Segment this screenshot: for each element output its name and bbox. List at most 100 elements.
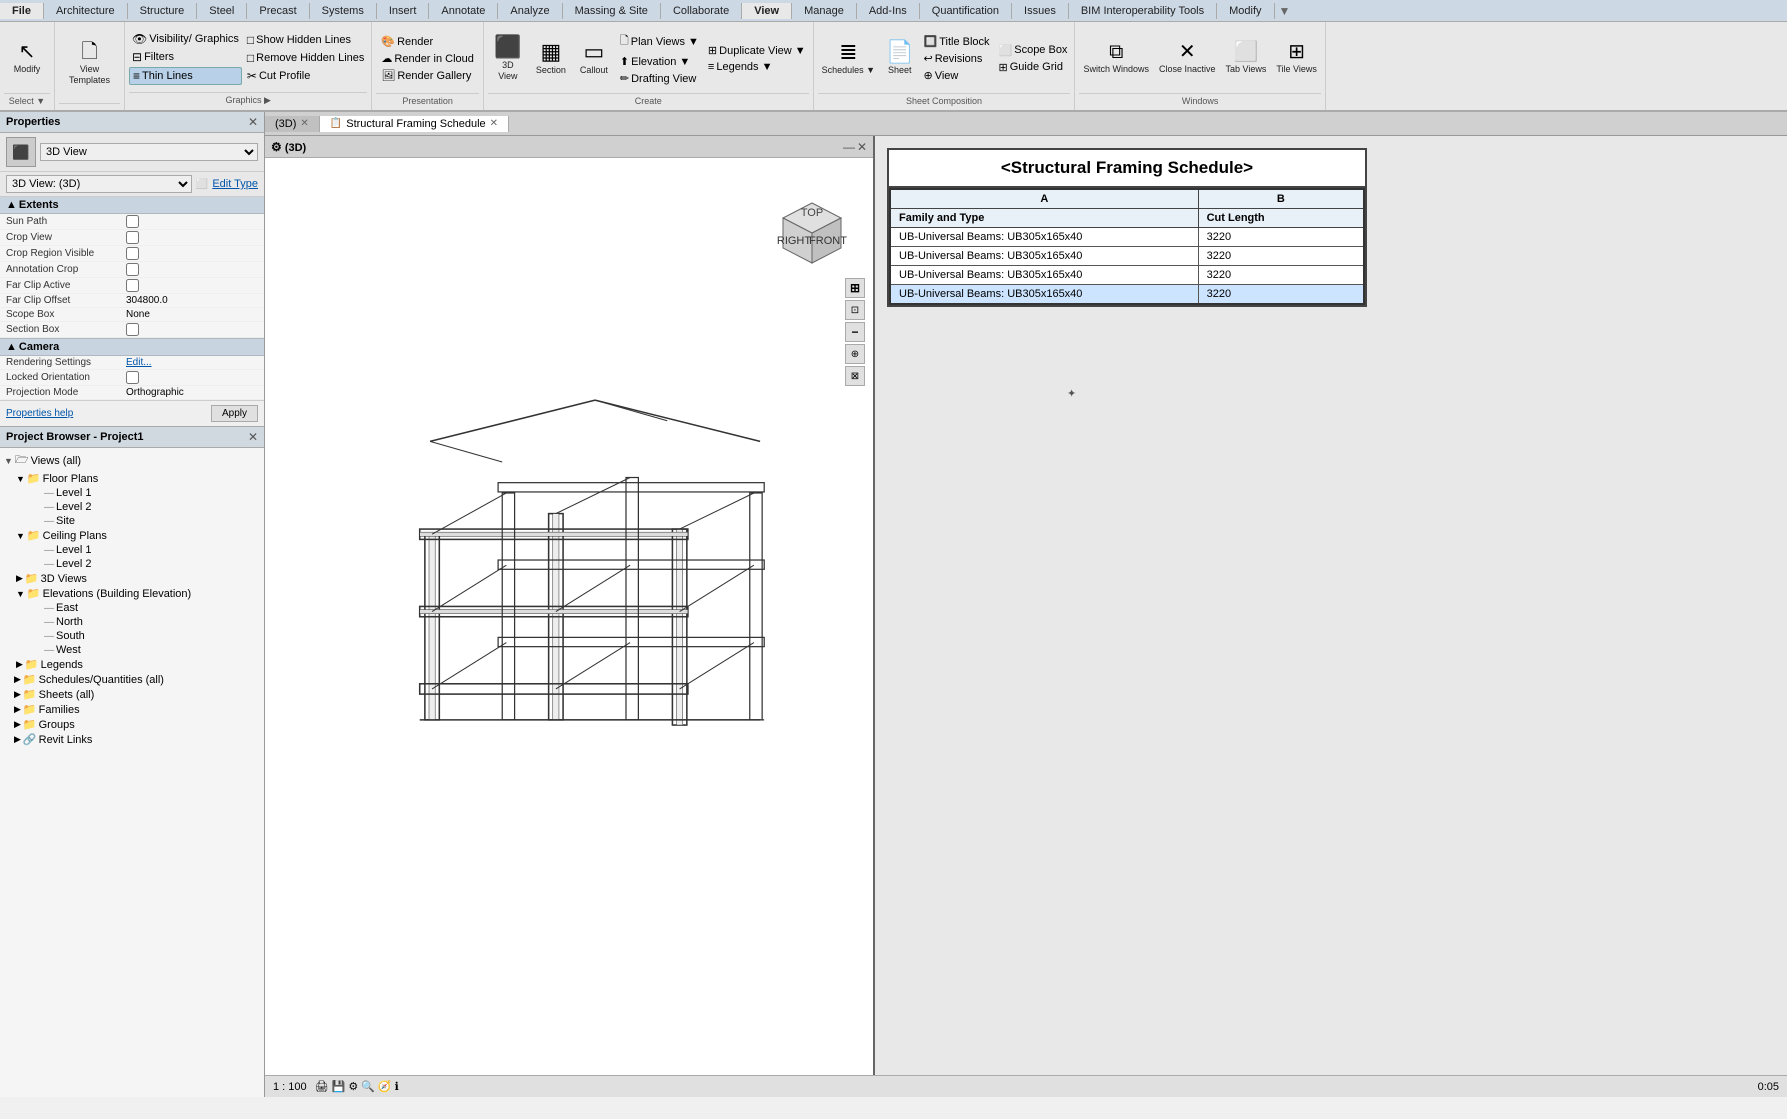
properties-close-button[interactable]: ✕: [248, 115, 258, 129]
print-icon[interactable]: 🖨: [315, 1080, 329, 1093]
zoom-in-button[interactable]: ⊞: [845, 278, 865, 298]
tab-structure[interactable]: Structure: [128, 3, 198, 19]
tree-item-site[interactable]: — Site: [2, 514, 262, 528]
properties-scroll-area[interactable]: ▲ Extents Sun Path Crop View Crop Region…: [0, 197, 264, 400]
section-box-checkbox[interactable]: [126, 323, 139, 336]
tree-item-views-all[interactable]: ▼ 🗁 Views (all): [2, 450, 262, 471]
tab-file[interactable]: File: [0, 3, 44, 19]
tab-insert[interactable]: Insert: [377, 3, 430, 19]
tree-item-east[interactable]: — East: [2, 601, 262, 615]
tab-annotate[interactable]: Annotate: [429, 3, 498, 19]
tree-item-legends[interactable]: ▶ 📁 Legends: [2, 657, 262, 672]
browser-content[interactable]: ▼ 🗁 Views (all) ▼ 📁 Floor Plans — Level …: [0, 448, 264, 1097]
tree-item-west[interactable]: — West: [2, 643, 262, 657]
tab-schedule-close[interactable]: ✕: [490, 118, 498, 129]
drafting-view-button[interactable]: ✏ Drafting View: [617, 71, 702, 86]
navigation-icon[interactable]: 🧭: [378, 1080, 392, 1093]
tree-item-level2-fp[interactable]: — Level 2: [2, 500, 262, 514]
camera-section-header[interactable]: ▲ Camera: [0, 338, 264, 356]
tree-item-elevations[interactable]: ▼ 📁 Elevations (Building Elevation): [2, 586, 262, 601]
tab-issues[interactable]: Issues: [1012, 3, 1069, 19]
tree-item-sheets[interactable]: ▶ 📁 Sheets (all): [2, 687, 262, 702]
info-icon[interactable]: ℹ: [395, 1080, 399, 1093]
duplicate-view-button[interactable]: ⊞ Duplicate View ▼: [705, 43, 809, 58]
tree-item-families[interactable]: ▶ 📁 Families: [2, 702, 262, 717]
locked-orientation-checkbox[interactable]: [126, 371, 139, 384]
browser-close-button[interactable]: ✕: [248, 430, 258, 444]
view-ref-button[interactable]: ⊕ View: [921, 68, 993, 83]
render-cloud-button[interactable]: ☁ Render in Cloud: [378, 51, 477, 66]
tree-item-level1-fp[interactable]: — Level 1: [2, 486, 262, 500]
save-icon[interactable]: 💾: [332, 1080, 346, 1093]
scope-box-button[interactable]: ⬜ Scope Box: [996, 43, 1071, 58]
tree-item-level1-cp[interactable]: — Level 1: [2, 543, 262, 557]
table-row[interactable]: UB-Universal Beams: UB305x165x40 3220: [890, 247, 1364, 266]
guide-grid-button[interactable]: ⊞ Guide Grid: [996, 60, 1071, 75]
tab-views-button[interactable]: ⬜ Tab Views: [1222, 40, 1271, 77]
render-button[interactable]: 🎨 Render: [378, 34, 436, 49]
tab-systems[interactable]: Systems: [310, 3, 377, 19]
schedule-empty-area[interactable]: ✦: [887, 307, 1775, 707]
nav-cube[interactable]: TOP FRONT RIGHT: [776, 198, 848, 270]
remove-hidden-button[interactable]: □ Remove Hidden Lines: [244, 50, 367, 66]
modify-button[interactable]: ↖ Modify: [7, 40, 47, 77]
crop-region-checkbox[interactable]: [126, 247, 139, 260]
tab-add-ins[interactable]: Add-Ins: [857, 3, 920, 19]
tree-item-groups[interactable]: ▶ 📁 Groups: [2, 717, 262, 732]
tab-architecture[interactable]: Architecture: [44, 3, 128, 19]
zoom-in-status[interactable]: 🔍: [361, 1080, 375, 1093]
tab-manage[interactable]: Manage: [792, 3, 857, 19]
rendering-edit-link[interactable]: Edit...: [126, 357, 152, 368]
tab-quantification[interactable]: Quantification: [920, 3, 1012, 19]
table-row-selected[interactable]: UB-Universal Beams: UB305x165x40 3220: [890, 285, 1364, 305]
callout-button[interactable]: ▭ Callout: [574, 39, 614, 78]
tree-item-floor-plans[interactable]: ▼ 📁 Floor Plans: [2, 471, 262, 486]
tab-view[interactable]: View: [742, 3, 792, 19]
schedule-view[interactable]: <Structural Framing Schedule> A B Family…: [875, 136, 1787, 1075]
thin-lines-button[interactable]: ≡ Thin Lines: [129, 67, 242, 85]
section-box-ctrl[interactable]: ⊠: [845, 366, 865, 386]
tab-precast[interactable]: Precast: [247, 3, 309, 19]
tree-item-south[interactable]: — South: [2, 629, 262, 643]
tab-steel[interactable]: Steel: [197, 3, 247, 19]
settings-status-icon[interactable]: ⚙: [348, 1080, 358, 1093]
tab-3d-close[interactable]: ✕: [300, 118, 308, 129]
view-cube-button[interactable]: ⊕: [845, 344, 865, 364]
show-hidden-button[interactable]: □ Show Hidden Lines: [244, 32, 367, 48]
plan-views-button[interactable]: 🗋 Plan Views ▼: [617, 31, 702, 52]
tab-3d[interactable]: (3D) ✕: [265, 116, 320, 132]
tab-schedule[interactable]: 📋 Structural Framing Schedule ✕: [320, 116, 509, 132]
zoom-out-button[interactable]: −: [845, 322, 865, 342]
table-row[interactable]: UB-Universal Beams: UB305x165x40 3220: [890, 266, 1364, 285]
tile-views-button[interactable]: ⊞ Tile Views: [1272, 40, 1321, 77]
tab-massing[interactable]: Massing & Site: [563, 3, 661, 19]
annotation-crop-checkbox[interactable]: [126, 263, 139, 276]
sun-path-checkbox[interactable]: [126, 215, 139, 228]
tree-item-level2-cp[interactable]: — Level 2: [2, 557, 262, 571]
view-templates-button[interactable]: 🗋 ViewTemplates: [65, 40, 114, 88]
view-type-select[interactable]: 3D View: [40, 143, 258, 161]
section-button[interactable]: ▦ Section: [531, 39, 571, 78]
switch-windows-button[interactable]: ⧉ Switch Windows: [1079, 40, 1153, 77]
zoom-extent-button[interactable]: ⊡: [845, 300, 865, 320]
tree-item-revit-links[interactable]: ▶ 🔗 Revit Links: [2, 732, 262, 747]
tree-item-north[interactable]: — North: [2, 615, 262, 629]
edit-type-label[interactable]: Edit Type: [212, 178, 258, 190]
title-block-button[interactable]: 🔲 Title Block: [921, 34, 993, 49]
visibility-graphics-button[interactable]: 👁 Visibility/ Graphics: [129, 31, 242, 47]
apply-button[interactable]: Apply: [211, 405, 258, 422]
extents-section-header[interactable]: ▲ Extents: [0, 197, 264, 214]
revisions-button[interactable]: ↩ Revisions: [921, 51, 993, 66]
view-3d[interactable]: ⚙ (3D) — ✕: [265, 136, 875, 1075]
tree-item-schedules[interactable]: ▶ 📁 Schedules/Quantities (all): [2, 672, 262, 687]
tab-collaborate[interactable]: Collaborate: [661, 3, 742, 19]
view-name-select[interactable]: 3D View: (3D): [6, 175, 192, 193]
close-inactive-button[interactable]: ✕ Close Inactive: [1155, 40, 1220, 77]
filters-button[interactable]: ⊟ Filters: [129, 49, 242, 65]
table-row[interactable]: UB-Universal Beams: UB305x165x40 3220: [890, 228, 1364, 247]
view-3d-minimize[interactable]: —: [843, 140, 855, 154]
tree-item-3d-views[interactable]: ▶ 📁 3D Views: [2, 571, 262, 586]
schedules-button[interactable]: ≣ Schedules ▼: [818, 39, 879, 78]
3d-view-button[interactable]: ⬛ 3DView: [488, 34, 528, 84]
cut-profile-button[interactable]: ✂ Cut Profile: [244, 68, 367, 84]
